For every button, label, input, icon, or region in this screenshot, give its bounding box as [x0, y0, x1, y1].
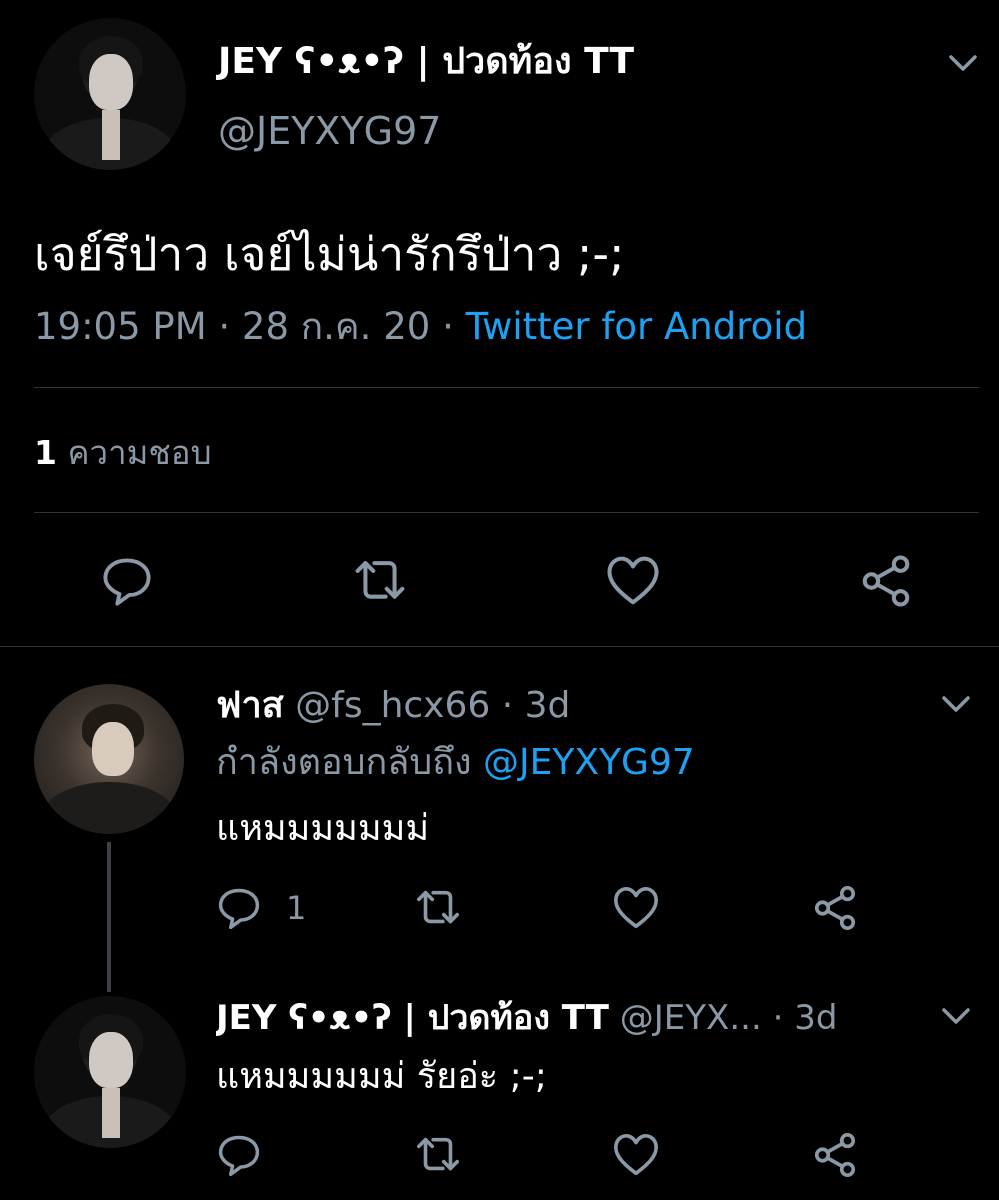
divider	[0, 646, 999, 647]
divider	[34, 387, 979, 388]
tweet-meta: 19:05 PM · 28 ก.ค. 20 · Twitter for Andr…	[34, 304, 807, 350]
likes-label: ความชอบ	[67, 433, 212, 472]
reply-age: 3d	[794, 998, 838, 1038]
avatar-face	[92, 722, 134, 776]
reply-author-name[interactable]: JEY ʕ•ᴥ•ʔ | ปวดท้อง TT	[216, 998, 609, 1038]
avatar-neck	[102, 110, 120, 160]
tweet-time: 19:05 PM	[34, 305, 207, 348]
heart-icon[interactable]	[612, 884, 660, 932]
replying-to-label: กำลังตอบกลับถึง	[216, 742, 472, 783]
avatar-face	[89, 54, 133, 110]
chevron-down-icon[interactable]	[943, 43, 983, 83]
meta-separator: ·	[501, 685, 514, 726]
reply-text: แหมมมมมม่ รัยอ่ะ ;-;	[216, 1056, 547, 1097]
retweet-icon[interactable]	[414, 884, 462, 932]
share-icon[interactable]	[811, 1131, 859, 1179]
reply-count: 1	[286, 889, 307, 927]
avatar-face	[89, 1032, 133, 1088]
reply-icon[interactable]	[100, 554, 154, 608]
replying-to-handle-link[interactable]: @JEYXYG97	[483, 742, 695, 783]
reply-icon[interactable]	[216, 1132, 262, 1178]
avatar-shoulders	[42, 782, 176, 834]
likes-summary[interactable]: 1 ความชอบ	[34, 432, 212, 474]
tweet-date: 28 ก.ค. 20	[241, 305, 431, 348]
avatar-neck	[102, 1088, 120, 1138]
retweet-icon[interactable]	[414, 1131, 462, 1179]
tweet-text: เจย์รึป่าว เจย์ไม่น่ารักรึป่าว ;-;	[34, 227, 625, 281]
reply-author-name[interactable]: ฟาส	[216, 685, 284, 726]
share-icon[interactable]	[858, 553, 914, 609]
meta-separator: ·	[442, 305, 454, 348]
heart-icon[interactable]	[612, 1131, 660, 1179]
reply-icon[interactable]	[216, 885, 262, 931]
chevron-down-icon[interactable]	[936, 684, 976, 724]
author-handle[interactable]: @JEYXYG97	[218, 108, 441, 154]
meta-separator: ·	[218, 305, 231, 348]
tweet-source-link[interactable]: Twitter for Android	[466, 305, 807, 348]
reply-author-handle[interactable]: @JEYX...	[620, 998, 762, 1038]
meta-separator: ·	[772, 998, 784, 1038]
divider	[34, 512, 979, 513]
avatar[interactable]	[34, 996, 186, 1148]
retweet-icon[interactable]	[352, 553, 408, 609]
likes-count: 1	[34, 433, 57, 472]
avatar[interactable]	[34, 18, 186, 170]
avatar[interactable]	[34, 684, 184, 834]
reply-age: 3d	[524, 685, 571, 726]
reply-header: JEY ʕ•ᴥ•ʔ | ปวดท้อง TT @JEYX... · 3d	[216, 996, 916, 1040]
replying-to: กำลังตอบกลับถึง @JEYXYG97	[216, 740, 695, 786]
author-display-name[interactable]: JEY ʕ•ᴥ•ʔ | ปวดท้อง TT	[218, 40, 634, 84]
heart-icon[interactable]	[605, 553, 661, 609]
share-icon[interactable]	[811, 884, 859, 932]
reply-header: ฟาส @fs_hcx66 · 3d	[216, 684, 570, 728]
reply-author-handle[interactable]: @fs_hcx66	[295, 685, 490, 726]
reply-text: แหมมมมมมม่	[216, 808, 430, 849]
chevron-down-icon[interactable]	[936, 996, 976, 1036]
thread-connector-line	[107, 842, 111, 992]
